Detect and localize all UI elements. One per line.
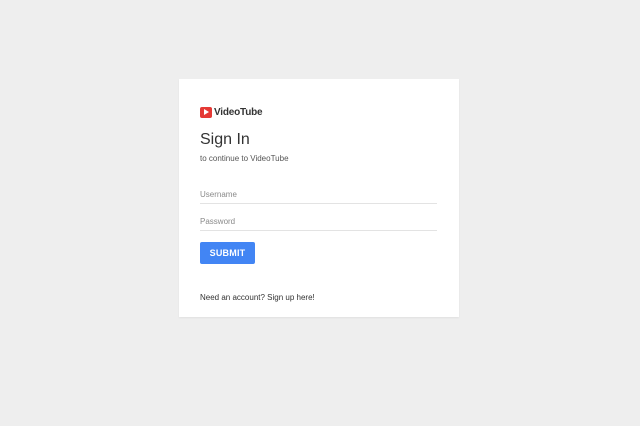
- signin-card: VideoTube Sign In to continue to VideoTu…: [179, 79, 459, 317]
- play-icon: [200, 106, 212, 118]
- submit-button[interactable]: SUBMIT: [200, 242, 255, 264]
- password-input[interactable]: [200, 214, 437, 231]
- brand-logo: VideoTube: [200, 106, 263, 118]
- page-title: Sign In: [200, 131, 250, 148]
- username-input[interactable]: [200, 187, 437, 204]
- brand-name: VideoTube: [214, 106, 263, 118]
- signup-link[interactable]: Need an account? Sign up here!: [200, 293, 315, 302]
- page-subtitle: to continue to VideoTube: [200, 154, 289, 163]
